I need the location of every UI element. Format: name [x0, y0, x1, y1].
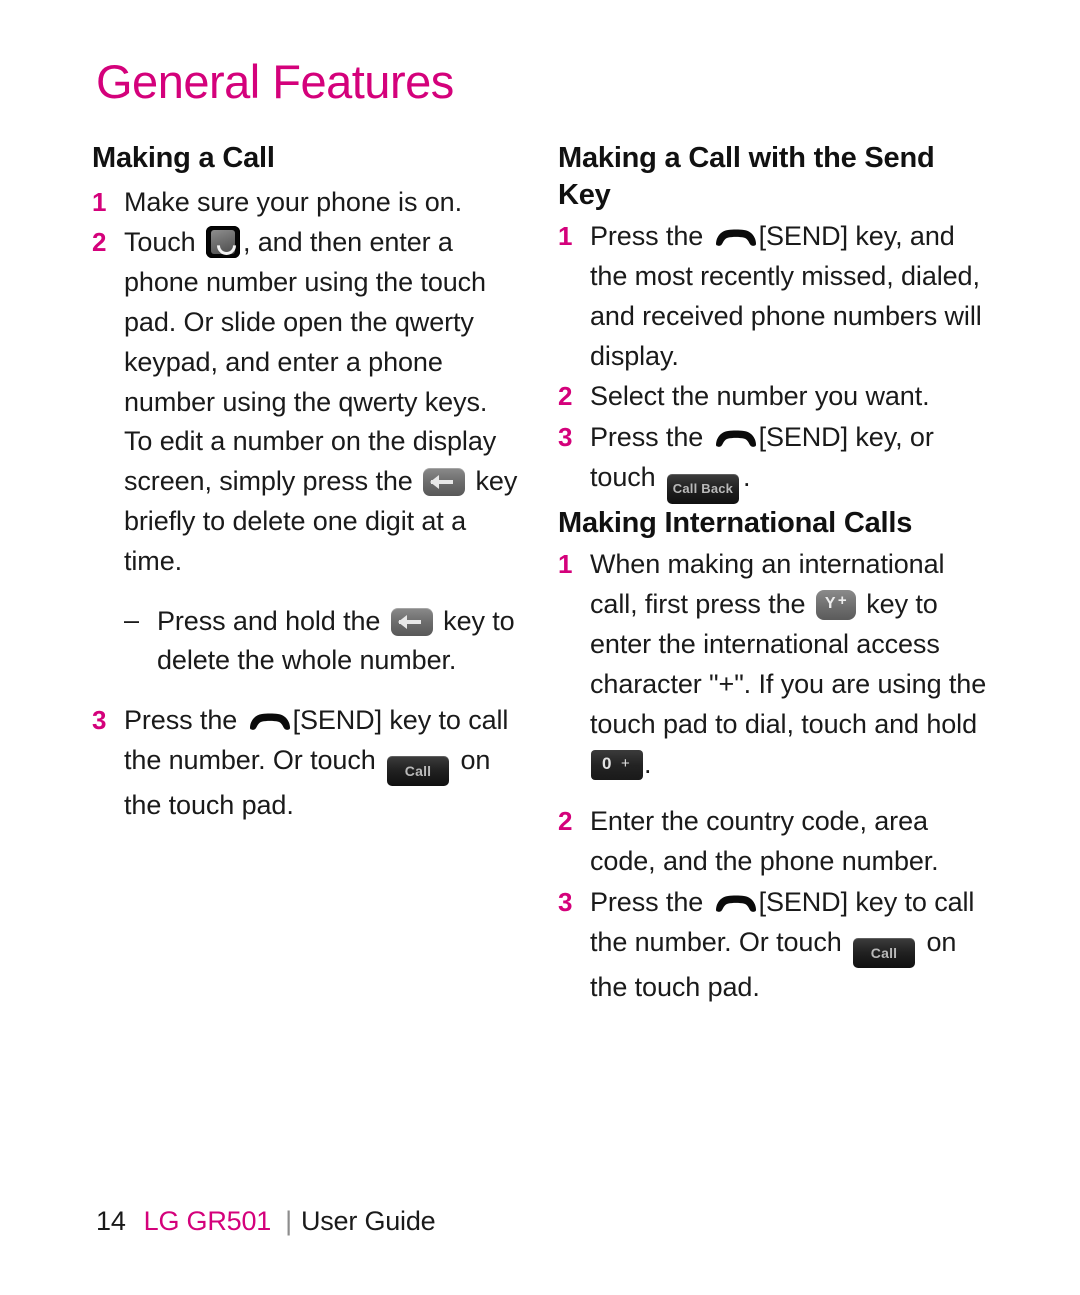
sub-bullet: – Press and hold the key to delete the wh…	[124, 602, 522, 682]
step-number: 1	[558, 549, 573, 580]
call-softkey: Call	[853, 937, 916, 968]
step-number: 2	[558, 806, 573, 837]
footer-guide-label: User Guide	[300, 1206, 436, 1236]
zero-key-digit: 0	[602, 753, 612, 773]
call-back-softkey: Call Back	[666, 473, 739, 504]
step-text: Press the	[590, 422, 711, 453]
list-item: 1 When making an international call, firs…	[558, 545, 988, 784]
page-footer: 14 LG GR501 | User Guide	[96, 1208, 436, 1235]
list-item: 3 Press the [SEND] key to call the number…	[558, 883, 988, 1008]
send-key-icon	[714, 893, 758, 913]
send-key-icon	[714, 227, 758, 247]
step-text: Enter the country code, area code, and t…	[590, 806, 939, 877]
zero-key-plus: +	[621, 754, 630, 772]
list-item: 1 Press the [SEND] key, and the most rece…	[558, 217, 988, 376]
step-text: .	[644, 748, 652, 779]
step-number: 1	[92, 186, 107, 217]
section-heading-making-a-call: Making a Call	[92, 142, 275, 174]
section-heading-making-international-calls: Making International Calls	[558, 506, 913, 539]
left-steps-list: 1 Make sure your phone is on. 2 Touch , an…	[92, 183, 522, 826]
footer-page-number: 14	[96, 1206, 126, 1236]
manual-page: General Features Making a Call 1 Make sur…	[0, 0, 1080, 1295]
step-number: 3	[558, 422, 573, 453]
footer-separator: |	[285, 1206, 292, 1236]
list-item: 3 Press the [SEND] key, or touch Call Bac…	[558, 418, 988, 504]
step-number: 3	[92, 705, 107, 736]
y-key-letter: Y	[824, 595, 836, 613]
step-number: 2	[92, 227, 107, 258]
international-steps-list: 1 When making an international call, firs…	[558, 545, 988, 1007]
footer-model-name: LG GR501	[143, 1206, 272, 1236]
zero-plus-key-icon: 0 +	[591, 749, 643, 780]
left-column: Making a Call 1 Make sure your phone is o…	[92, 140, 522, 827]
dialer-app-icon	[205, 226, 240, 260]
step-text: Touch	[124, 227, 203, 258]
send-key-icon	[714, 428, 758, 448]
y-plus-key-icon: Y +	[815, 590, 856, 621]
step-text: Select the number you want.	[590, 381, 930, 412]
section-heading-making-a-call-with-send-key: Making a Call with the Send Key	[558, 142, 935, 211]
right-column: Making a Call with the Send Key 1 Press t…	[558, 140, 988, 1009]
step-text: .	[742, 461, 751, 492]
send-key-steps-list: 1 Press the [SEND] key, and the most rece…	[558, 217, 988, 504]
step-text: Press the	[590, 221, 711, 252]
send-key-icon	[248, 711, 292, 731]
backspace-key-icon	[390, 607, 433, 636]
backspace-key-icon	[423, 468, 466, 497]
step-number: 3	[558, 886, 573, 917]
list-item: 2 Touch , and then enter a phone number u…	[92, 223, 522, 681]
step-number: 2	[558, 381, 573, 412]
step-text: Press the	[590, 886, 711, 917]
sub-bullet-dash: –	[124, 604, 139, 635]
step-number: 1	[558, 221, 573, 252]
list-item: 3 Press the [SEND] key to call the number…	[92, 701, 522, 826]
page-title: General Features	[96, 55, 454, 108]
sub-bullet-text: Press and hold the	[157, 605, 388, 636]
step-text: , and then enter a phone number using th…	[124, 227, 497, 497]
list-item: 2 Select the number you want.	[558, 377, 988, 417]
y-key-plus: +	[837, 592, 847, 610]
call-softkey: Call	[387, 756, 450, 787]
step-text: Make sure your phone is on.	[124, 186, 462, 217]
list-item: 1 Make sure your phone is on.	[92, 183, 522, 223]
list-item: 2 Enter the country code, area code, and …	[558, 802, 988, 882]
step-text: Press the	[124, 705, 245, 736]
